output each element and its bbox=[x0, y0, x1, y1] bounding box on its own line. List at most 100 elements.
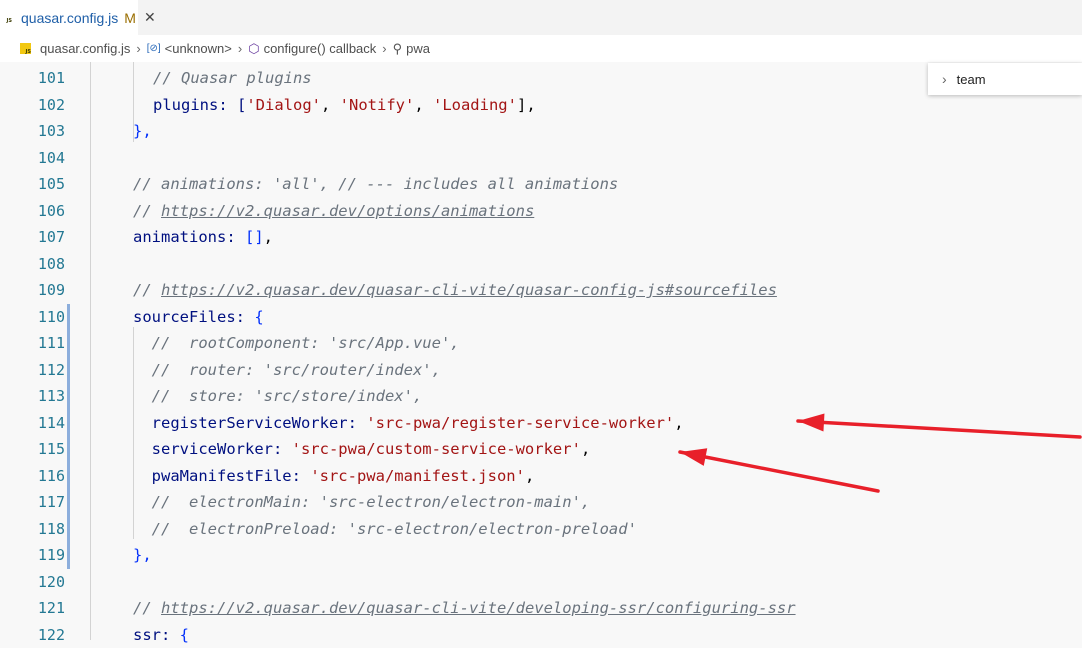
code-token: , bbox=[525, 467, 534, 485]
code-token: 'src-pwa/manifest.json' bbox=[310, 467, 525, 485]
line-number: 105 bbox=[0, 171, 65, 198]
line-number: 108 bbox=[0, 251, 65, 278]
code-token: , bbox=[321, 96, 340, 114]
code-line[interactable]: 118 // electronPreload: 'src-electron/el… bbox=[0, 516, 1082, 543]
code-line[interactable]: 117 // electronMain: 'src-electron/elect… bbox=[0, 489, 1082, 516]
code-line[interactable]: 105 // animations: 'all', // --- includes… bbox=[0, 171, 1082, 198]
code-text: // animations: 'all', // --- includes al… bbox=[133, 171, 618, 198]
javascript-file-icon bbox=[20, 43, 31, 54]
chevron-right-icon: › bbox=[238, 41, 242, 56]
code-token: // rootComponent: 'src/App.vue', bbox=[133, 334, 460, 352]
code-token: // animations: 'all', // --- includes al… bbox=[133, 175, 618, 193]
code-text: }, bbox=[133, 542, 152, 569]
code-token: , bbox=[581, 440, 590, 458]
method-icon: ⬡ bbox=[248, 41, 259, 57]
code-line[interactable]: 119}, bbox=[0, 542, 1082, 569]
code-token: // bbox=[133, 599, 161, 617]
tab-label: quasar.config.js bbox=[21, 10, 118, 26]
code-token: // electronPreload: 'src-electron/electr… bbox=[133, 520, 637, 538]
code-line[interactable]: 102plugins: ['Dialog', 'Notify', 'Loadin… bbox=[0, 92, 1082, 119]
code-token: plugins: [ bbox=[153, 96, 246, 114]
code-token: [] bbox=[245, 228, 264, 246]
code-line[interactable]: 112 // router: 'src/router/index', bbox=[0, 357, 1082, 384]
code-text: registerServiceWorker: 'src-pwa/register… bbox=[133, 410, 684, 437]
code-line[interactable]: 115 serviceWorker: 'src-pwa/custom-servi… bbox=[0, 436, 1082, 463]
code-text: // electronPreload: 'src-electron/electr… bbox=[133, 516, 637, 543]
code-line[interactable]: 122 ssr: { bbox=[0, 622, 1082, 648]
breadcrumb-unknown[interactable]: <unknown> bbox=[165, 41, 232, 56]
breadcrumb-file[interactable]: quasar.config.js bbox=[40, 41, 130, 56]
tab-bar: quasar.config.js M ✕ bbox=[0, 0, 1082, 35]
code-token: pwaManifestFile: bbox=[133, 467, 310, 485]
code-line[interactable]: 108 bbox=[0, 251, 1082, 278]
code-token: ssr: bbox=[133, 626, 180, 644]
editor-tab[interactable]: quasar.config.js M ✕ bbox=[0, 0, 138, 35]
code-line[interactable]: 120 bbox=[0, 569, 1082, 596]
variable-icon: [⊘] bbox=[147, 43, 161, 54]
code-line[interactable]: 110 sourceFiles: { bbox=[0, 304, 1082, 331]
line-number: 116 bbox=[0, 463, 65, 490]
code-text: // rootComponent: 'src/App.vue', bbox=[133, 330, 460, 357]
code-line[interactable]: 114 registerServiceWorker: 'src-pwa/regi… bbox=[0, 410, 1082, 437]
code-token: }, bbox=[133, 122, 152, 140]
code-line[interactable]: 116 pwaManifestFile: 'src-pwa/manifest.j… bbox=[0, 463, 1082, 490]
code-line[interactable]: 107animations: [], bbox=[0, 224, 1082, 251]
code-token: registerServiceWorker: bbox=[133, 414, 366, 432]
code-line[interactable]: 101 // Quasar plugins bbox=[0, 65, 1082, 92]
line-number: 120 bbox=[0, 569, 65, 596]
close-icon[interactable]: ✕ bbox=[144, 9, 156, 26]
line-number: 115 bbox=[0, 436, 65, 463]
code-token: { bbox=[180, 626, 189, 644]
code-text: plugins: ['Dialog', 'Notify', 'Loading']… bbox=[153, 92, 536, 119]
code-text: // https://v2.quasar.dev/quasar-cli-vite… bbox=[133, 595, 796, 622]
line-number: 119 bbox=[0, 542, 65, 569]
code-token: 'src-pwa/register-service-worker' bbox=[366, 414, 674, 432]
code-text: animations: [], bbox=[133, 224, 273, 251]
code-text: // store: 'src/store/index', bbox=[133, 383, 422, 410]
code-token: { bbox=[254, 308, 263, 326]
code-editor[interactable]: 101 // Quasar plugins 102plugins: ['Dialog… bbox=[0, 62, 1082, 640]
code-text: // electronMain: 'src-electron/electron-… bbox=[133, 489, 590, 516]
modified-line-marker bbox=[67, 304, 70, 331]
breadcrumb-callback[interactable]: configure() callback bbox=[264, 41, 377, 56]
code-token: sourceFiles: bbox=[133, 308, 254, 326]
code-token: ], bbox=[517, 96, 536, 114]
code-line[interactable]: 121// https://v2.quasar.dev/quasar-cli-v… bbox=[0, 595, 1082, 622]
code-token: , bbox=[414, 96, 433, 114]
code-text: // router: 'src/router/index', bbox=[133, 357, 441, 384]
code-token: 'Notify' bbox=[340, 96, 415, 114]
line-number: 114 bbox=[0, 410, 65, 437]
modified-indicator: M bbox=[124, 10, 136, 26]
line-number: 101 bbox=[0, 65, 65, 92]
line-number: 111 bbox=[0, 330, 65, 357]
code-line[interactable]: 109 // https://v2.quasar.dev/quasar-cli-v… bbox=[0, 277, 1082, 304]
code-line[interactable]: 113 // store: 'src/store/index', bbox=[0, 383, 1082, 410]
code-token: // Quasar plugins bbox=[153, 69, 312, 87]
code-line[interactable]: 103}, bbox=[0, 118, 1082, 145]
code-text: sourceFiles: { bbox=[133, 304, 264, 331]
line-number: 110 bbox=[0, 304, 65, 331]
code-text: ssr: { bbox=[133, 622, 189, 648]
code-line[interactable]: 111 // rootComponent: 'src/App.vue', bbox=[0, 330, 1082, 357]
modified-line-marker bbox=[67, 436, 70, 463]
line-number: 122 bbox=[0, 622, 65, 648]
chevron-right-icon: › bbox=[382, 41, 386, 56]
code-line[interactable]: 106// https://v2.quasar.dev/options/anim… bbox=[0, 198, 1082, 225]
find-widget[interactable]: › team bbox=[928, 63, 1082, 95]
code-text: }, bbox=[133, 118, 152, 145]
chevron-right-icon: › bbox=[136, 41, 140, 56]
line-number: 109 bbox=[0, 277, 65, 304]
line-number: 112 bbox=[0, 357, 65, 384]
breadcrumb: quasar.config.js › [⊘] <unknown> › ⬡ con… bbox=[0, 35, 1082, 62]
find-input[interactable]: team bbox=[957, 72, 986, 87]
modified-line-marker bbox=[67, 516, 70, 543]
code-token: https://v2.quasar.dev/quasar-cli-vite/qu… bbox=[161, 281, 777, 299]
code-token: https://v2.quasar.dev/options/animations bbox=[161, 202, 534, 220]
modified-line-marker bbox=[67, 410, 70, 437]
code-token: // bbox=[133, 202, 161, 220]
modified-line-marker bbox=[67, 330, 70, 357]
breadcrumb-pwa[interactable]: pwa bbox=[406, 41, 430, 56]
chevron-right-icon[interactable]: › bbox=[942, 71, 947, 87]
code-line[interactable]: 104 bbox=[0, 145, 1082, 172]
code-text: // https://v2.quasar.dev/quasar-cli-vite… bbox=[133, 277, 777, 304]
